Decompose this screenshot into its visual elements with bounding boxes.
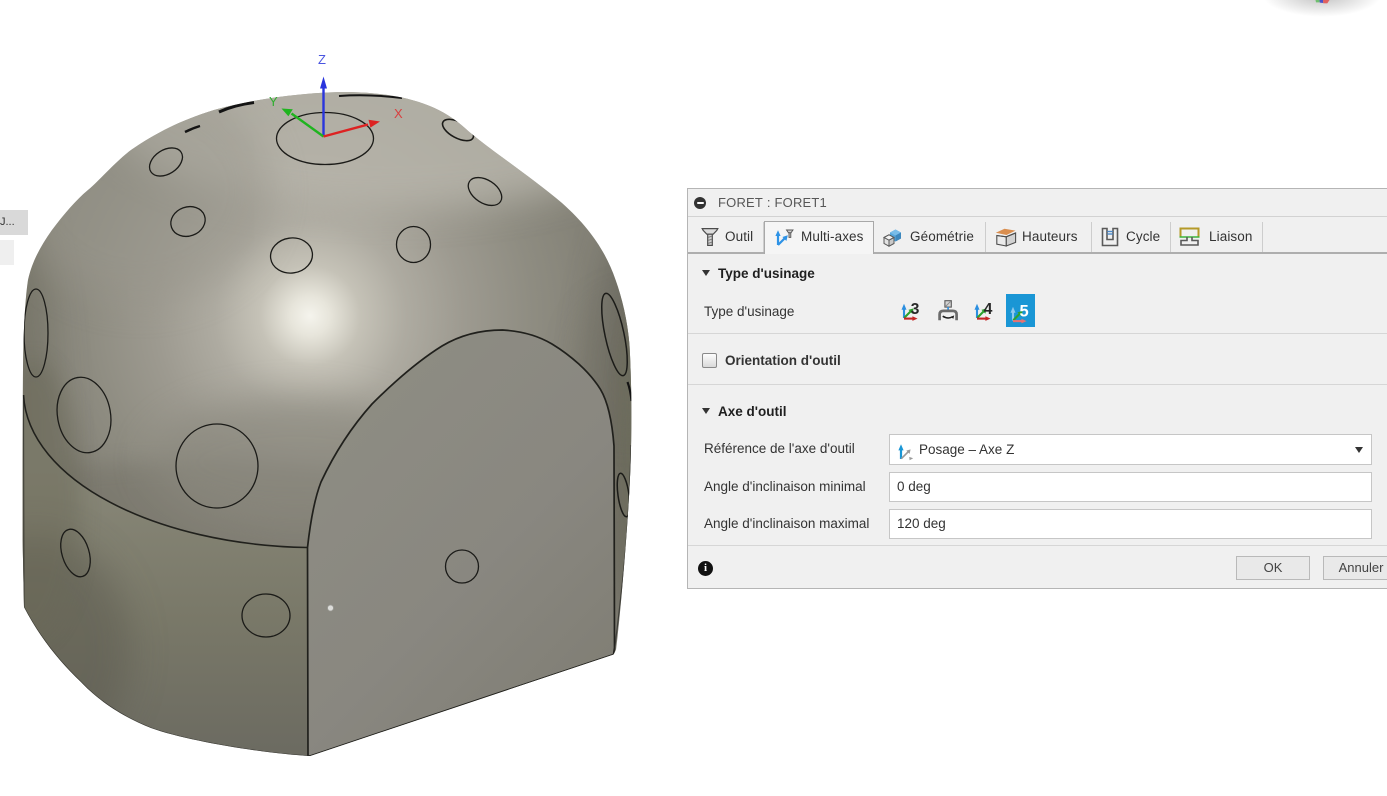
svg-text:Z: Z (318, 52, 326, 67)
svg-text:3: 3 (911, 301, 920, 318)
svg-text:Y: Y (269, 94, 278, 109)
svg-text:X: X (394, 106, 403, 121)
svg-text:4: 4 (984, 301, 993, 318)
svg-text:5: 5 (1020, 303, 1029, 321)
